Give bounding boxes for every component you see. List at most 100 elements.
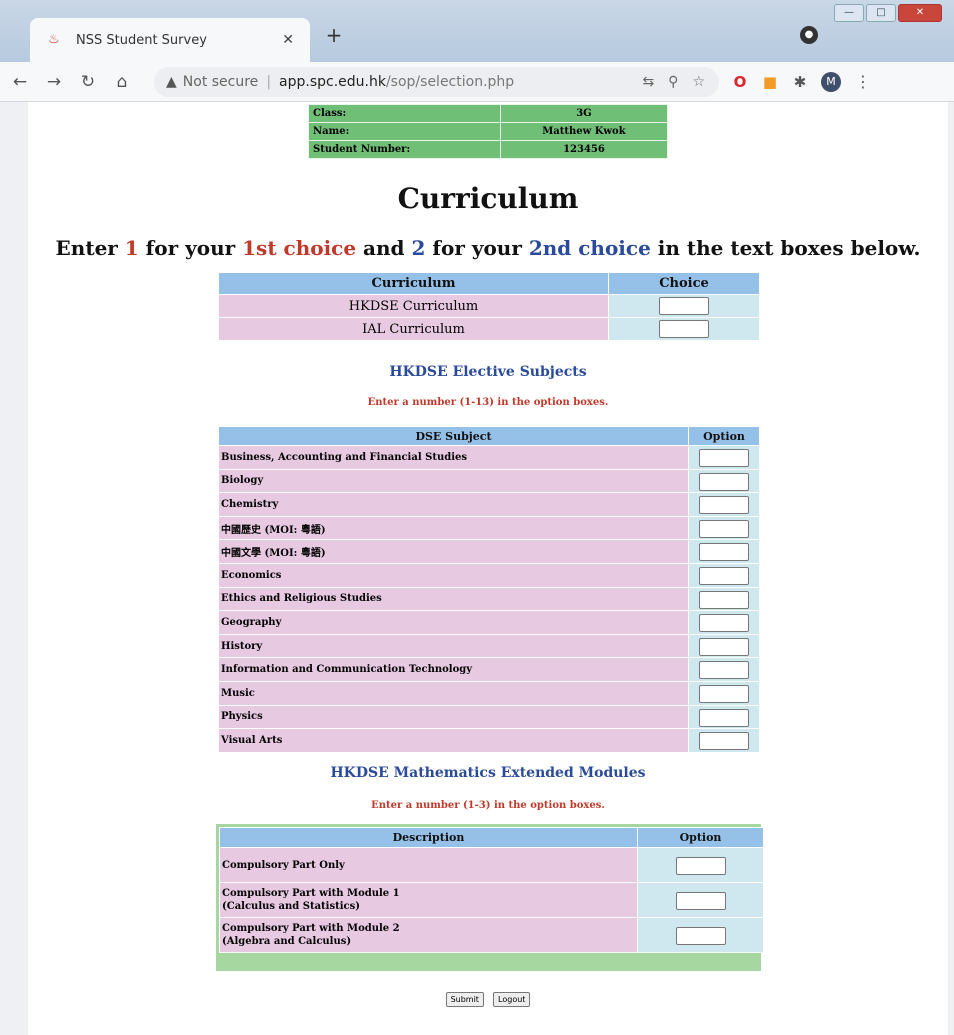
curriculum-label: IAL Curriculum (218, 317, 609, 341)
option-cell (688, 562, 760, 588)
col-header-subject: DSE Subject (218, 426, 689, 446)
info-label: Student Number: (308, 140, 501, 159)
option-input[interactable] (699, 708, 749, 727)
menu-icon[interactable]: ⋮ (855, 72, 871, 91)
col-header-choice: Choice (608, 272, 760, 295)
option-input[interactable] (699, 732, 749, 751)
option-input[interactable] (699, 661, 749, 680)
favicon-icon: ♨ (48, 32, 60, 47)
option-input[interactable] (675, 926, 726, 945)
table-row: HKDSE Curriculum (218, 294, 760, 318)
choice-cell (608, 317, 760, 341)
elective-note: Enter a number (1-13) in the option boxe… (367, 397, 609, 408)
logout-button[interactable]: Logout (493, 992, 531, 1007)
subject-label: Chemistry (218, 492, 689, 517)
option-cell (688, 704, 760, 730)
table-row: Economics (218, 562, 760, 588)
choice-input-hkdse[interactable] (659, 297, 709, 315)
bookmark-star-icon[interactable]: ☆ (692, 74, 705, 90)
table-row: 中國文學 (MOI: 粵語) (218, 539, 760, 564)
subject-label: Business, Accounting and Financial Studi… (218, 445, 689, 470)
extension-icon[interactable]: ■ (761, 73, 779, 91)
puzzle-icon[interactable]: ✱ (791, 73, 809, 91)
translate-icon[interactable]: ⇆ (642, 74, 654, 90)
option-cell (688, 468, 760, 494)
table-row: Ethics and Religious Studies (218, 586, 760, 612)
option-input[interactable] (699, 614, 749, 633)
option-input[interactable] (699, 567, 749, 586)
subject-label: Visual Arts (218, 728, 689, 753)
table-row: Information and Communication Technology (218, 657, 760, 682)
option-input[interactable] (675, 856, 726, 875)
option-cell (688, 515, 760, 541)
option-input[interactable] (699, 543, 749, 562)
table-row: 中國歷史 (MOI: 粵語) (218, 515, 760, 541)
option-input[interactable] (675, 891, 726, 910)
option-cell (688, 657, 760, 682)
description-line: Compulsory Part with Module 2 (222, 923, 400, 934)
maximize-button[interactable]: □ (866, 4, 896, 22)
page-content: Class: 3G Name: Matthew Kwok Student Num… (28, 102, 948, 1035)
subject-label: Information and Communication Technology (218, 657, 689, 682)
close-tab-icon[interactable]: ✕ (282, 32, 294, 48)
tab-title: NSS Student Survey (76, 32, 207, 48)
close-window-button[interactable]: ✕ (898, 4, 942, 22)
option-input[interactable] (699, 472, 749, 491)
description-line: Compulsory Part with Module 1 (222, 888, 400, 899)
option-input[interactable] (699, 684, 749, 703)
table-row: Biology (218, 468, 760, 494)
col-header-description: Description (219, 827, 638, 848)
zoom-icon[interactable]: ⚲ (668, 74, 678, 90)
subject-label: 中國歷史 (MOI: 粵語) (218, 515, 689, 541)
url-separator: | (266, 73, 272, 90)
reload-icon[interactable]: ↻ (74, 68, 102, 96)
col-header-option: Option (637, 827, 764, 848)
url-host: app.spc.edu.hk (279, 73, 386, 90)
table-row: History (218, 633, 760, 659)
record-icon[interactable]: ● (800, 26, 818, 44)
option-cell (688, 633, 760, 659)
elective-heading: HKDSE Elective Subjects (389, 364, 587, 380)
profile-avatar[interactable]: M (821, 71, 841, 92)
browser-tab-bar: ♨ NSS Student Survey ✕ + ● — □ ✕ (0, 0, 954, 62)
url-path: /sop/selection.php (385, 73, 515, 90)
table-row: Compulsory Part with Module 1 (Calculus a… (219, 882, 764, 918)
option-cell (688, 728, 760, 753)
option-cell (637, 917, 764, 953)
subject-label: Geography (218, 610, 689, 635)
option-input[interactable] (699, 449, 749, 468)
choice-cell (608, 294, 760, 318)
browser-tab[interactable]: ♨ NSS Student Survey ✕ (30, 18, 310, 62)
instr-number-2: 2 (411, 236, 426, 260)
form-buttons: Submit Logout (28, 987, 948, 1007)
address-bar[interactable]: ▲ Not secure | app.spc.edu.hk/sop/select… (154, 66, 719, 97)
description-line: (Calculus and Statistics) (222, 901, 360, 912)
submit-button[interactable]: Submit (445, 992, 484, 1007)
option-cell (688, 610, 760, 635)
forward-icon[interactable]: → (40, 68, 68, 96)
subject-label: Biology (218, 468, 689, 494)
window-controls: — □ ✕ (834, 4, 942, 22)
subject-label: 中國文學 (MOI: 粵語) (218, 539, 689, 564)
subject-label: History (218, 633, 689, 659)
info-label: Name: (308, 122, 501, 141)
subject-label: Physics (218, 704, 689, 730)
option-input[interactable] (699, 496, 749, 515)
option-input[interactable] (699, 637, 749, 656)
option-input[interactable] (699, 590, 749, 609)
table-row: Geography (218, 610, 760, 635)
curriculum-table: Curriculum Choice HKDSE Curriculum IAL C… (218, 272, 760, 341)
table-row: IAL Curriculum (218, 317, 760, 341)
choice-input-ial[interactable] (659, 320, 709, 338)
minimize-button[interactable]: — (834, 4, 864, 22)
page-title: Curriculum (397, 182, 579, 215)
curriculum-label: HKDSE Curriculum (218, 294, 609, 318)
new-tab-button[interactable]: + (320, 22, 348, 50)
table-row: Physics (218, 704, 760, 730)
home-icon[interactable]: ⌂ (108, 68, 136, 96)
description-line: (Algebra and Calculus) (222, 936, 352, 947)
opera-extension-icon[interactable]: O (731, 73, 749, 91)
instr-part: in the text boxes below. (650, 236, 921, 260)
back-icon[interactable]: ← (6, 68, 34, 96)
option-input[interactable] (699, 519, 749, 538)
